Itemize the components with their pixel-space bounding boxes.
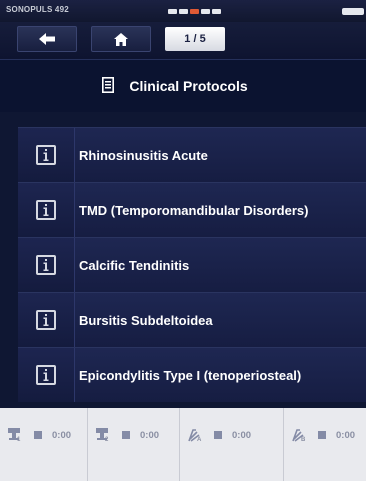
info-icon [36, 200, 56, 220]
info-icon [36, 365, 56, 385]
list-item-label-cell[interactable]: Epicondylitis Type I (tenoperiosteal) [75, 348, 366, 402]
page-title: Clinical Protocols [129, 78, 248, 94]
list-item[interactable]: Epicondylitis Type I (tenoperiosteal) [18, 347, 366, 402]
ultrasound-probe-1-icon: 1 [7, 427, 25, 443]
stop-icon [34, 431, 42, 439]
info-button[interactable] [18, 348, 75, 402]
stop-icon [318, 431, 326, 439]
document-icon [102, 77, 115, 93]
device-name: SONOPULS 492 [6, 5, 69, 14]
list-item[interactable]: Calcific Tendinitis [18, 237, 366, 292]
info-icon [36, 255, 56, 275]
list-item-label: Bursitis Subdeltoidea [79, 312, 213, 328]
list-item[interactable]: Bursitis Subdeltoidea [18, 292, 366, 347]
info-button[interactable] [18, 128, 75, 182]
stop-icon [214, 431, 222, 439]
info-icon [36, 310, 56, 330]
channel-ultrasound-2[interactable]: 2 0:00 [88, 408, 180, 481]
list-item-label: Rhinosinusitis Acute [79, 147, 208, 163]
electrode-a-icon: A [187, 427, 205, 443]
list-item-label-cell[interactable]: Bursitis Subdeltoidea [75, 293, 366, 347]
home-button[interactable] [91, 26, 151, 52]
channel-timer: 0:00 [140, 429, 160, 441]
status-bar: SONOPULS 492 [0, 0, 366, 22]
info-button[interactable] [18, 293, 75, 347]
list-item[interactable]: TMD (Temporomandibular Disorders) [18, 182, 366, 237]
list-item-label: Calcific Tendinitis [79, 257, 190, 273]
channel-timer: 0:00 [336, 429, 356, 441]
info-icon [36, 145, 56, 165]
nav-bar: 1 / 5 [0, 22, 366, 60]
protocol-list: Rhinosinusitis Acute TMD (Temporomandibu… [18, 127, 366, 402]
list-item-label: Epicondylitis Type I (tenoperiosteal) [79, 367, 302, 383]
back-button[interactable] [17, 26, 77, 52]
channel-bar: 1 0:00 2 0:00 A 0:00 B 0:00 [0, 408, 366, 481]
battery-icon [342, 8, 364, 15]
channel-electro-b[interactable]: B 0:00 [284, 408, 366, 481]
title-bar: Clinical Protocols [0, 60, 366, 112]
arrow-left-icon [39, 33, 55, 45]
list-item-label-cell[interactable]: Calcific Tendinitis [75, 238, 366, 292]
channel-icon-label: B [301, 437, 306, 443]
channel-electro-a[interactable]: A 0:00 [180, 408, 284, 481]
ultrasound-probe-2-icon: 2 [95, 427, 113, 443]
page-counter: 1 / 5 [165, 27, 225, 51]
info-button[interactable] [18, 238, 75, 292]
channel-icon-label: 1 [17, 437, 21, 443]
channel-ultrasound-1[interactable]: 1 0:00 [0, 408, 88, 481]
list-item[interactable]: Rhinosinusitis Acute [18, 127, 366, 182]
list-item-label-cell[interactable]: TMD (Temporomandibular Disorders) [75, 183, 366, 237]
channel-timer: 0:00 [232, 429, 252, 441]
list-item-label: TMD (Temporomandibular Disorders) [79, 202, 309, 218]
channel-icon-label: 2 [105, 437, 109, 443]
signal-indicator-icon [168, 8, 224, 15]
stop-icon [122, 431, 130, 439]
home-icon [114, 32, 128, 46]
channel-timer: 0:00 [52, 429, 72, 441]
channel-icon-label: A [197, 437, 202, 443]
info-button[interactable] [18, 183, 75, 237]
electrode-b-icon: B [291, 427, 309, 443]
list-item-label-cell[interactable]: Rhinosinusitis Acute [75, 128, 366, 182]
